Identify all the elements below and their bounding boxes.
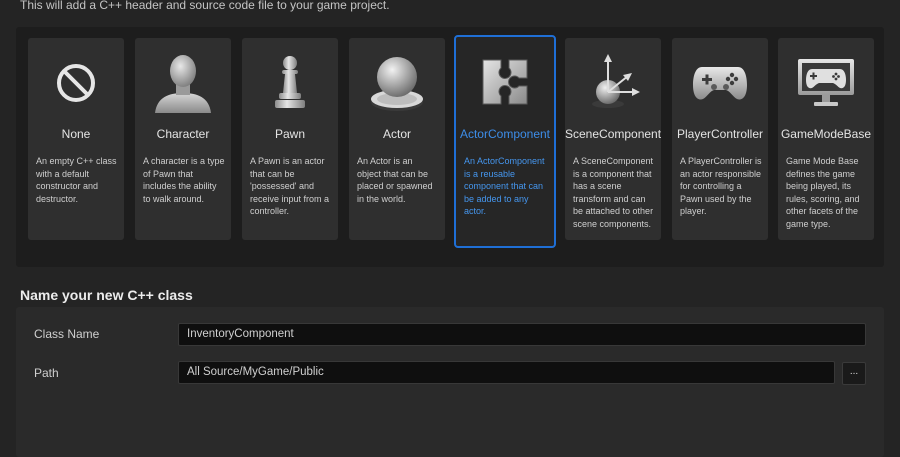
class-card-description: A character is a type of Pawn that inclu… <box>143 156 225 204</box>
class-card-description: An Actor is an object that can be placed… <box>357 156 433 204</box>
class-card-description: A PlayerController is an actor responsib… <box>680 156 762 216</box>
no-symbol-icon <box>28 52 124 114</box>
class-card-playercontroller[interactable]: PlayerController A PlayerController is a… <box>672 38 768 240</box>
path-label: Path <box>34 366 59 380</box>
sphere-on-base-icon <box>349 52 445 114</box>
class-card-title: PlayerController <box>676 127 764 141</box>
class-card-pawn[interactable]: Pawn A Pawn is an actor that can be 'pos… <box>242 38 338 240</box>
class-card-description: A SceneComponent is a component that has… <box>573 156 654 229</box>
class-card-actor[interactable]: Actor An Actor is an object that can be … <box>349 38 445 240</box>
puzzle-piece-icon <box>456 51 554 113</box>
browse-path-button[interactable]: ... <box>842 362 866 385</box>
class-form-panel: Class Name InventoryComponent Path All S… <box>16 307 884 457</box>
character-bust-icon <box>135 52 231 114</box>
class-card-actorcomponent[interactable]: ActorComponent An ActorComponent is a re… <box>454 35 556 248</box>
class-card-none[interactable]: None An empty C++ class with a default c… <box>28 38 124 240</box>
class-card-description: Game Mode Base defines the game being pl… <box>786 156 860 229</box>
path-input[interactable]: All Source/MyGame/Public <box>178 361 835 384</box>
class-card-title: Actor <box>382 127 411 141</box>
chess-pawn-icon <box>242 52 338 114</box>
class-card-character[interactable]: Character A character is a type of Pawn … <box>135 38 231 240</box>
class-card-description: A Pawn is an actor that can be 'possesse… <box>250 156 330 216</box>
class-card-gamemodebase[interactable]: GameModeBase Game Mode Base defines the … <box>778 38 874 240</box>
class-card-title: Pawn <box>274 127 306 141</box>
section-title: Name your new C++ class <box>20 287 193 303</box>
class-card-description: An empty C++ class with a default constr… <box>36 156 117 204</box>
class-card-title: ActorComponent <box>459 127 551 141</box>
gamepad-monitor-icon <box>778 52 874 114</box>
class-card-title: None <box>61 127 91 141</box>
intro-text: This will add a C++ header and source co… <box>20 0 390 12</box>
class-card-scenecomponent[interactable]: SceneComponent A SceneComponent is a com… <box>565 38 661 240</box>
class-card-description: An ActorComponent is a reusable componen… <box>464 156 545 216</box>
parent-class-list: None An empty C++ class with a default c… <box>16 27 884 267</box>
sphere-transform-axes-icon <box>565 52 661 114</box>
class-name-label: Class Name <box>34 327 100 341</box>
class-card-title: GameModeBase <box>780 127 872 141</box>
gamepad-icon <box>672 52 768 114</box>
class-card-title: Character <box>156 127 210 141</box>
class-name-input[interactable]: InventoryComponent <box>178 323 866 346</box>
class-card-title: SceneComponent <box>565 127 662 141</box>
